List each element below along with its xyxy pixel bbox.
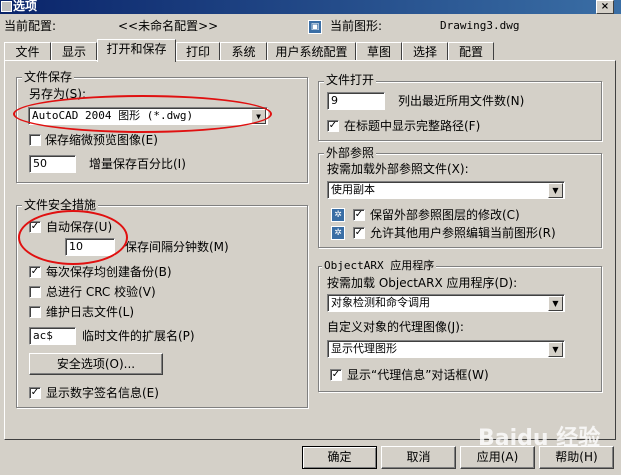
xref-edit-icon: ✲: [331, 226, 345, 240]
title-bar[interactable]: [0, 0, 621, 14]
current-drawing-label: 当前图形:: [330, 19, 383, 33]
tab-files[interactable]: 文件: [4, 42, 51, 61]
tab-selection[interactable]: 选择: [402, 42, 448, 61]
proxy-info-checkbox[interactable]: ✓: [330, 369, 342, 381]
arx-demand-value: 对象检测和命令调用: [331, 296, 430, 309]
annotation-circle: [13, 95, 272, 133]
allow-edit-label: 允许其他用户参照编辑当前图形(R): [370, 226, 556, 240]
incremental-input[interactable]: 50: [29, 155, 76, 173]
xref-demand-dropdown[interactable]: 使用副本 ▼: [327, 181, 565, 199]
ok-button[interactable]: 确定: [302, 446, 377, 469]
tab-profiles[interactable]: 配置: [448, 42, 494, 61]
log-label: 维护日志文件(L): [46, 305, 135, 319]
arx-demand-dropdown[interactable]: 对象检测和命令调用 ▼: [327, 294, 565, 312]
log-checkbox[interactable]: [29, 306, 41, 318]
xref-settings-icon: ✲: [331, 208, 345, 222]
proxy-image-label: 自定义对象的代理图像(J):: [327, 320, 464, 334]
window-title: 选项: [13, 0, 38, 13]
tab-plot[interactable]: 打印: [176, 42, 220, 61]
proxy-image-dropdown[interactable]: 显示代理图形 ▼: [327, 340, 565, 358]
allow-edit-checkbox[interactable]: ✓: [353, 227, 365, 239]
xref-demand-value: 使用副本: [331, 183, 375, 196]
recent-files-label: 列出最近所用文件数(N): [398, 94, 525, 108]
temp-extension-input[interactable]: ac$: [29, 327, 76, 345]
close-button[interactable]: ×: [596, 0, 614, 14]
chevron-down-icon[interactable]: ▼: [548, 183, 563, 198]
recent-files-input[interactable]: 9: [327, 92, 385, 110]
chevron-down-icon[interactable]: ▼: [548, 296, 563, 311]
crc-checkbox[interactable]: [29, 286, 41, 298]
signature-checkbox[interactable]: ✓: [29, 387, 41, 399]
objectarx-title: ObjectARX 应用程序: [322, 259, 437, 273]
tab-open-save[interactable]: 打开和保存: [97, 39, 176, 62]
current-drawing-value: Drawing3.dwg: [440, 19, 520, 32]
app-icon: [1, 1, 12, 12]
arx-demand-label: 按需加载 ObjectARX 应用程序(D):: [327, 276, 518, 290]
xref-demand-label: 按需加载外部参照文件(X):: [327, 162, 469, 176]
backup-label: 每次保存均创建备份(B): [46, 265, 172, 279]
chevron-down-icon[interactable]: ▼: [548, 342, 563, 357]
current-profile-value: <<未命名配置>>: [118, 19, 219, 33]
xref-title: 外部参照: [324, 146, 377, 160]
current-profile-label: 当前配置:: [4, 19, 57, 33]
fullpath-checkbox[interactable]: ✓: [327, 120, 339, 132]
crc-label: 总进行 CRC 校验(V): [46, 285, 156, 299]
backup-checkbox[interactable]: ✓: [29, 266, 41, 278]
file-save-title: 文件保存: [22, 70, 75, 84]
tab-display[interactable]: 显示: [51, 42, 97, 61]
tab-drafting[interactable]: 草图: [356, 42, 402, 61]
temp-extension-label: 临时文件的扩展名(P): [82, 329, 195, 343]
incremental-label: 增量保存百分比(I): [89, 157, 186, 171]
retain-xref-checkbox[interactable]: ✓: [353, 209, 365, 221]
drawing-icon: ▣: [308, 20, 322, 34]
retain-xref-label: 保留外部参照图层的修改(C): [370, 208, 520, 222]
thumbnail-label: 保存缩微预览图像(E): [45, 133, 158, 147]
tab-system[interactable]: 系统: [220, 42, 267, 61]
watermark-logo: Baidu 经验: [478, 426, 601, 451]
thumbnail-checkbox[interactable]: [29, 134, 41, 146]
security-options-button[interactable]: 安全选项(O)...: [29, 353, 163, 375]
fullpath-label: 在标题中显示完整路径(F): [344, 119, 481, 133]
signature-label: 显示数字签名信息(E): [46, 386, 159, 400]
file-open-title: 文件打开: [324, 73, 377, 87]
tab-user-preferences[interactable]: 用户系统配置: [267, 42, 356, 61]
cancel-button[interactable]: 取消: [381, 446, 456, 469]
proxy-info-label: 显示“代理信息”对话框(W): [347, 368, 489, 382]
annotation-circle: [18, 210, 128, 265]
proxy-image-value: 显示代理图形: [331, 342, 397, 355]
autosave-interval-label: 保存间隔分钟数(M): [125, 240, 229, 254]
